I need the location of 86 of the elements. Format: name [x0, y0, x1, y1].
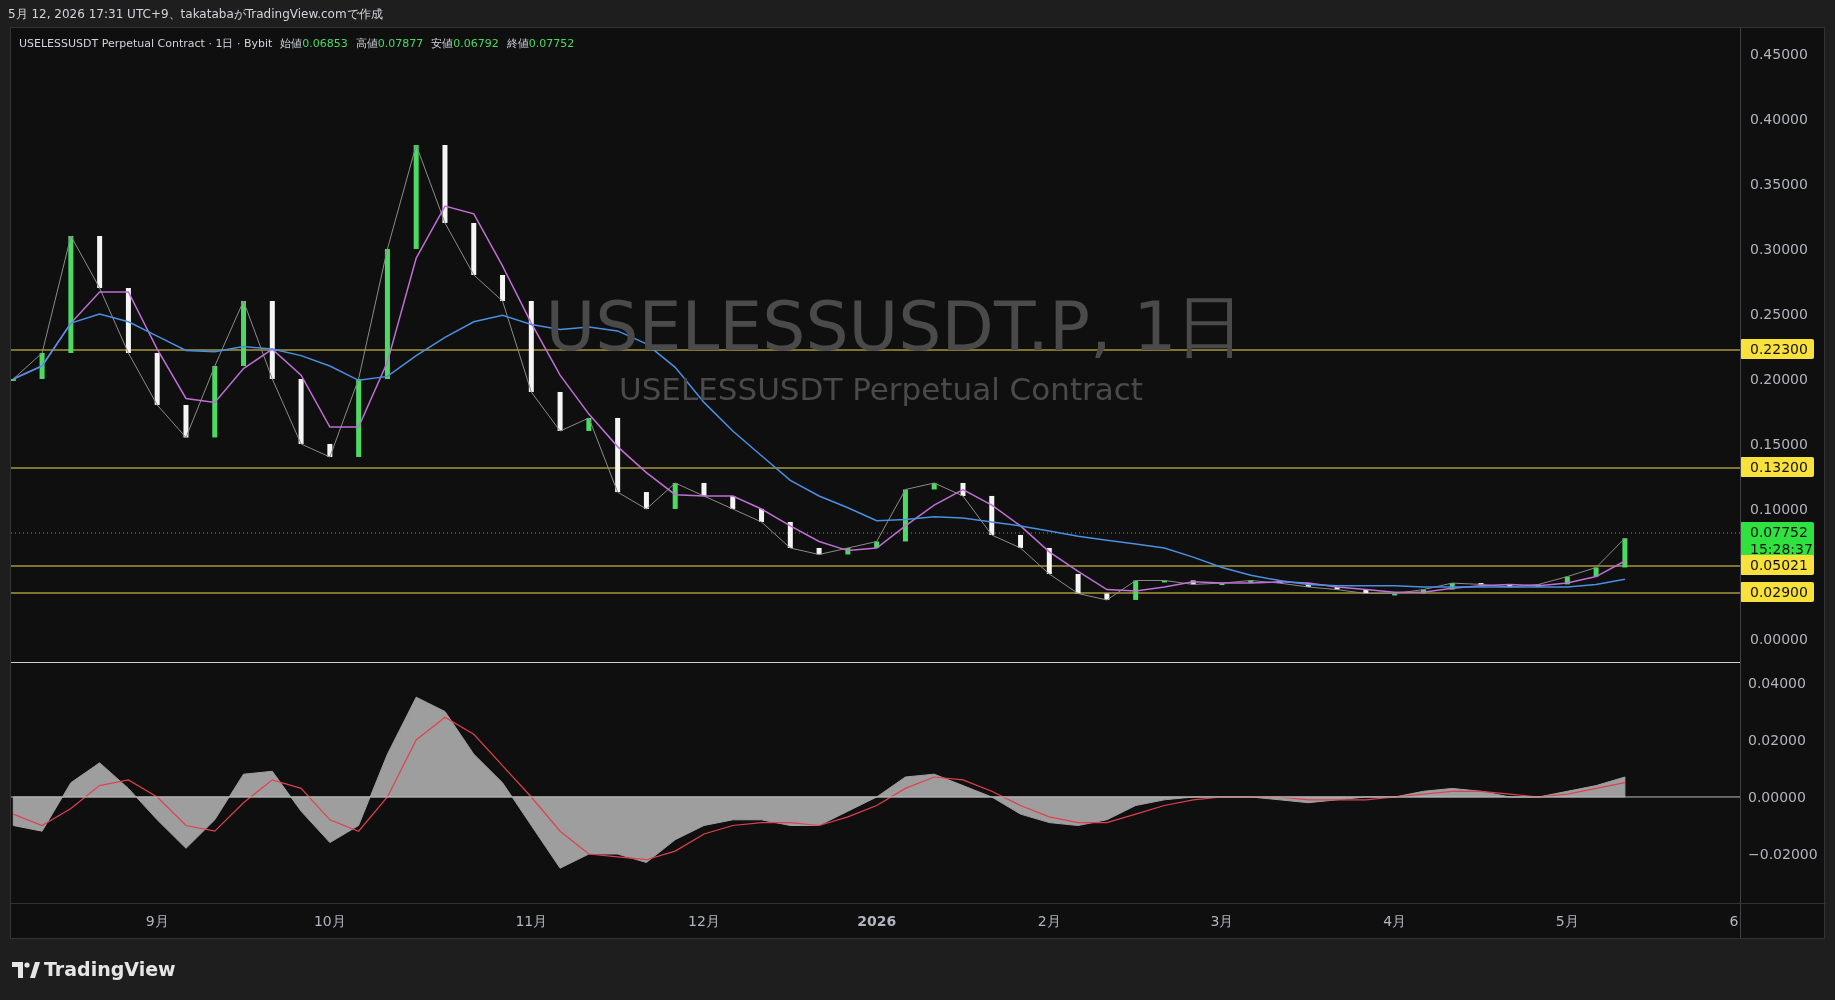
candle — [730, 495, 736, 509]
ohlc-label: 始値 — [280, 36, 303, 52]
candle — [989, 495, 995, 535]
ohlc-label: 高値 — [355, 36, 378, 52]
price-level-tag: 0.05021 — [1740, 555, 1814, 575]
candle — [1334, 586, 1340, 590]
tradingview-logo-icon — [12, 961, 40, 978]
candle — [327, 443, 333, 457]
candle — [1248, 580, 1254, 584]
price-axis-label: 0.30000 — [1750, 241, 1808, 257]
candle — [500, 275, 506, 301]
candle — [1420, 589, 1426, 594]
price-level-tag: 0.22300 — [1740, 339, 1814, 359]
time-axis-label: 3月 — [1210, 913, 1234, 929]
price-level-tag: 0.13200 — [1740, 457, 1814, 477]
candle — [298, 378, 304, 444]
candle — [97, 236, 103, 288]
ohlc-label: 終値 — [506, 36, 529, 52]
price-axis-label: 0.10000 — [1750, 500, 1808, 517]
candle — [471, 223, 477, 275]
candle — [154, 352, 160, 405]
candle — [1507, 584, 1513, 587]
time-axis-label: 10月 — [313, 913, 346, 929]
candle — [1190, 580, 1196, 585]
ohlc-label: 安値 — [431, 36, 454, 52]
candle — [787, 521, 793, 548]
candle — [672, 482, 678, 509]
candle — [125, 288, 131, 353]
price-axis-label: 0.00000 — [1750, 630, 1808, 647]
time-axis-label: 9月 — [145, 913, 169, 929]
time-axis-label: 11月 — [515, 913, 548, 929]
ohlc-value: 0.06853 — [302, 36, 348, 52]
time-axis-label: 5月 — [1555, 913, 1579, 929]
candle — [1478, 583, 1484, 586]
candle — [1219, 583, 1225, 586]
ohlc-value: 0.06792 — [453, 36, 499, 52]
candle — [241, 301, 247, 366]
candle — [1564, 576, 1570, 585]
candle — [1593, 567, 1599, 577]
time-axis-label: 2026 — [857, 913, 897, 929]
price-level-tag: 0.02900 — [1740, 582, 1814, 602]
time-axis-label: 2月 — [1037, 913, 1061, 929]
candle — [1622, 538, 1628, 568]
brand-name: TradingView — [44, 957, 176, 983]
candle — [759, 508, 765, 522]
price-axis-label: 0.25000 — [1750, 306, 1808, 322]
price-axis-label: 0.45000 — [1750, 46, 1808, 62]
oscillator-axis-label: −0.02000 — [1748, 845, 1818, 862]
candle — [183, 404, 189, 438]
candle — [1363, 589, 1369, 594]
candle — [701, 482, 707, 496]
candle — [931, 482, 937, 490]
candle — [557, 391, 563, 431]
candle — [874, 541, 880, 548]
oscillator-axis-label: 0.02000 — [1748, 731, 1806, 748]
candle — [643, 492, 649, 509]
candle — [960, 482, 966, 496]
ohlc-value: 0.07752 — [528, 36, 575, 52]
time-axis-label: 12月 — [688, 913, 720, 929]
candle — [11, 378, 16, 381]
chart-watermark-title: USELESSUSDT.P, 1日 — [545, 287, 1245, 366]
candle — [816, 547, 822, 555]
ohlc-value: 0.07877 — [377, 36, 424, 52]
candle — [1104, 593, 1110, 600]
candle — [902, 489, 908, 542]
time-axis-label: 6 — [1729, 913, 1739, 929]
price-axis-label: 0.15000 — [1750, 435, 1808, 452]
candle — [586, 417, 592, 431]
candle — [39, 352, 45, 379]
candle — [1018, 534, 1024, 548]
candle — [1133, 580, 1139, 600]
price-axis-label: 0.20000 — [1750, 370, 1808, 387]
candle — [845, 547, 851, 555]
oscillator-axis-label: 0.00000 — [1748, 788, 1806, 805]
candle — [1305, 583, 1311, 587]
price-axis-label: 0.40000 — [1750, 111, 1808, 127]
candle — [1046, 547, 1052, 574]
candle — [1449, 583, 1455, 590]
symbol-legend: USELESSUSDT Perpetual Contract · 1日 · Bybit — [19, 36, 273, 53]
chart-caption: 5月 12, 2026 17:31 UTC+9、takatabaがTradingView.comで作成 — [8, 5, 383, 23]
candle — [1392, 593, 1398, 596]
candle — [1075, 573, 1081, 594]
oscillator-axis-label: 0.04000 — [1748, 674, 1806, 691]
time-axis-label: 4月 — [1383, 913, 1407, 929]
price-axis-label: 0.35000 — [1750, 176, 1808, 192]
candle — [1161, 580, 1167, 583]
